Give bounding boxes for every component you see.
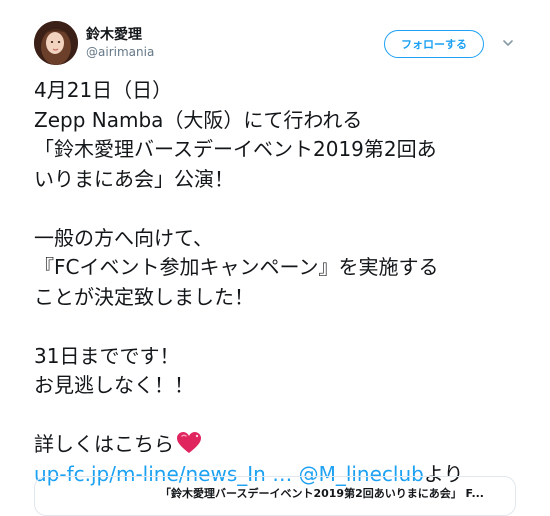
tweet-line: 31日までです！ — [34, 343, 180, 368]
link-card[interactable]: 「鈴木愛理バースデーイベント2019第2回あいりまにあ会」 F... — [34, 476, 516, 516]
tweet-text: 4月21日（日） Zepp Namba（大阪）にて行われる 「鈴木愛理バースデー… — [34, 76, 534, 489]
avatar[interactable] — [34, 21, 78, 65]
details-text: 詳しくはこちら — [34, 432, 174, 456]
tweet-line: Zepp Namba（大阪）にて行われる — [34, 107, 363, 132]
tweet-line: 一般の方へ向けて、 — [34, 225, 213, 250]
user-name[interactable]: 鈴木愛理 — [86, 24, 142, 44]
tweet-line-details: 詳しくはこちら — [34, 430, 534, 460]
tweet-line: いりまにあ会」公演！ — [34, 166, 234, 191]
sparkling-heart-icon — [177, 432, 201, 453]
tweet-line: 『FCイベント参加キャンペーン』を実施する — [34, 255, 439, 279]
user-handle[interactable]: @airimania — [86, 45, 154, 59]
tweet-line: ことが決定致しました！ — [34, 284, 254, 309]
tweet-line: 4月21日（日） — [34, 78, 173, 102]
tweet-line: 「鈴木愛理バースデーイベント2019第2回あ — [34, 137, 437, 161]
follow-button[interactable]: フォローする — [384, 30, 484, 58]
card-title[interactable]: 「鈴木愛理バースデーイベント2019第2回あいりまにあ会」 F... — [160, 485, 484, 501]
tweet-line: お見逃しなく！！ — [34, 373, 194, 397]
chevron-down-icon[interactable] — [502, 38, 514, 48]
